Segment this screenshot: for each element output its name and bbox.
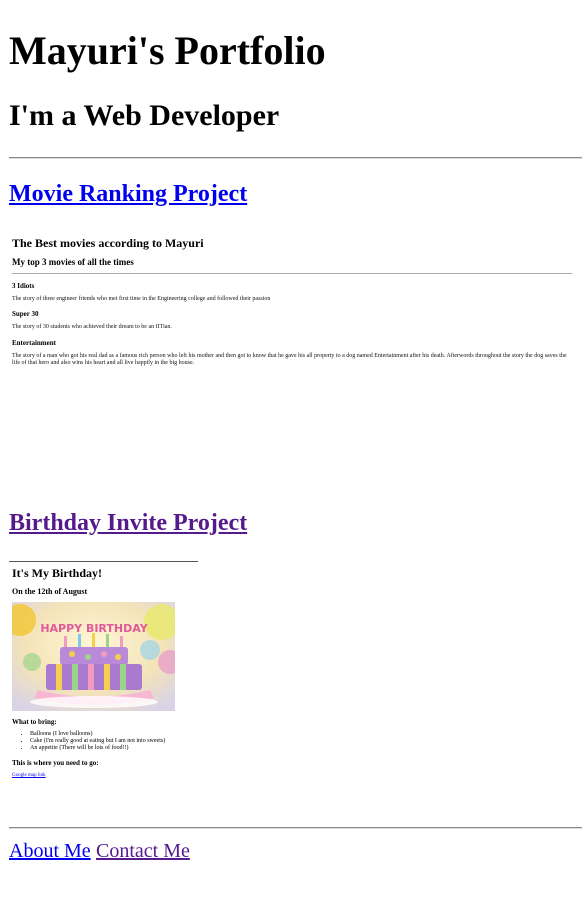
movie-title: Entertainment <box>12 339 56 347</box>
bring-list: Balloons (I love balloons) Cake (I'm rea… <box>12 731 165 752</box>
movie-description: The story of three engineer friends who … <box>12 296 271 302</box>
contact-me-link[interactable]: Contact Me <box>96 840 190 863</box>
movie-project-heading: Movie Ranking Project <box>9 182 247 206</box>
movie-project-link[interactable]: Movie Ranking Project <box>9 181 247 207</box>
movie-divider <box>12 273 572 274</box>
birthday-project-heading: Birthday Invite Project <box>9 511 247 535</box>
movie-heading: The Best movies according to Mayuri <box>12 236 204 250</box>
header-divider <box>9 157 582 159</box>
birthday-heading: It's My Birthday! <box>12 566 102 580</box>
birthday-cake-image: HAPPY BIRTHDAY <box>12 602 175 711</box>
list-item: Cake (I'm really good at eating but I am… <box>30 738 165 745</box>
bring-heading: What to bring: <box>12 718 57 726</box>
about-me-link[interactable]: About Me <box>9 840 91 863</box>
movie-project-frame: The Best movies according to Mayuri My t… <box>9 228 573 468</box>
movie-subheading: My top 3 movies of all the times <box>12 257 134 267</box>
list-item: An appetite (There will be lots of food!… <box>30 745 165 752</box>
footer-divider <box>9 827 582 829</box>
page-subtitle: I'm a Web Developer <box>9 99 280 132</box>
birthday-project-link[interactable]: Birthday Invite Project <box>9 510 247 536</box>
map-link[interactable]: Google map link <box>12 773 46 778</box>
movie-title: 3 Idiots <box>12 282 35 290</box>
movie-description: The story of 30 students who achieved th… <box>12 324 172 330</box>
birthday-divider <box>9 561 198 562</box>
where-heading: This is where you need to go: <box>12 759 99 767</box>
birthday-date: On the 12th of August <box>12 587 88 596</box>
page-title: Mayuri's Portfolio <box>9 28 326 73</box>
list-item: Balloons (I love balloons) <box>30 731 165 738</box>
birthday-project-frame: It's My Birthday! On the 12th of August … <box>9 558 573 788</box>
movie-description: The story of a man who got his real dad … <box>12 353 567 366</box>
movie-title: Super 30 <box>12 310 39 318</box>
